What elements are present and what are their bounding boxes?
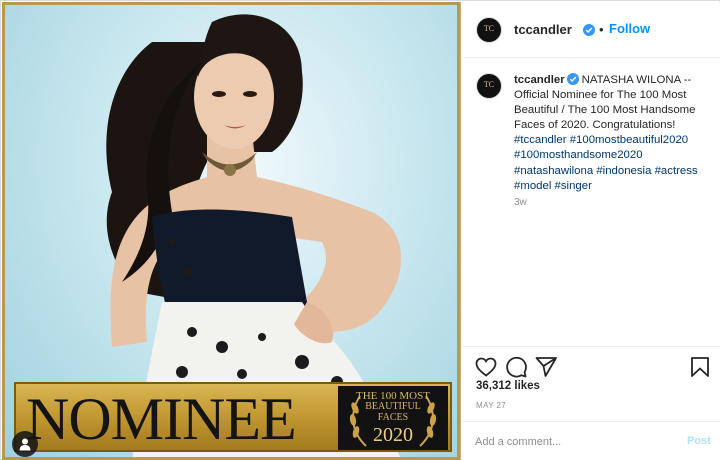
seal-year: 2020 (373, 424, 413, 446)
seal-line-2: BEAUTIFUL (365, 401, 421, 412)
instagram-post-modal: NOMINEE THE 100 MOST BEAUTIFUL FACES 202… (0, 0, 720, 460)
comment-bar: Post (462, 421, 720, 460)
caption-username-link[interactable]: tccandler (514, 74, 565, 86)
post-side-panel: TC tccandler • Follow TC tccandler NATASH… (462, 2, 720, 460)
avatar[interactable]: TC (476, 17, 502, 43)
avatar-monogram: TC (483, 80, 495, 89)
caption-text: tccandler NATASHA WILONA -- Official Nomi… (514, 73, 710, 194)
comment-input[interactable] (475, 432, 665, 452)
faces-seal: THE 100 MOST BEAUTIFUL FACES 2020 (338, 386, 448, 450)
post-date[interactable]: MAY 27 (476, 401, 506, 410)
tagged-users-button[interactable] (12, 431, 38, 457)
verified-badge-icon (566, 73, 579, 85)
follow-button[interactable]: Follow (609, 21, 650, 36)
post-photo[interactable]: NOMINEE THE 100 MOST BEAUTIFUL FACES 202… (2, 2, 461, 460)
caption-time-ago[interactable]: 3w (514, 197, 527, 208)
post-comment-button[interactable]: Post (687, 435, 711, 447)
comment-button[interactable] (504, 355, 528, 379)
seal-line-3: FACES (377, 412, 409, 423)
separator-dot: • (599, 22, 604, 37)
caption-section: TC tccandler NATASHA WILONA -- Official N… (462, 59, 720, 346)
bookmark-icon (691, 357, 709, 377)
save-button[interactable] (688, 355, 712, 379)
nominee-banner: NOMINEE THE 100 MOST BEAUTIFUL FACES 202… (14, 382, 452, 452)
username-link[interactable]: tccandler (514, 22, 572, 37)
like-button[interactable] (474, 355, 498, 379)
avatar-monogram: TC (483, 24, 495, 33)
post-header: TC tccandler • Follow (462, 2, 720, 58)
likes-count[interactable]: 36,312 likes (476, 380, 540, 392)
caption-avatar[interactable]: TC (476, 73, 502, 99)
share-button[interactable] (534, 355, 558, 379)
verified-badge-icon (583, 24, 595, 36)
nominee-text: NOMINEE (26, 386, 297, 452)
heart-icon (475, 357, 497, 377)
person-icon (19, 438, 31, 451)
caption-hashtags[interactable]: #tccandler #100mostbeautiful2020 #100mos… (514, 134, 698, 191)
share-icon (535, 357, 557, 377)
comment-icon (506, 356, 527, 378)
